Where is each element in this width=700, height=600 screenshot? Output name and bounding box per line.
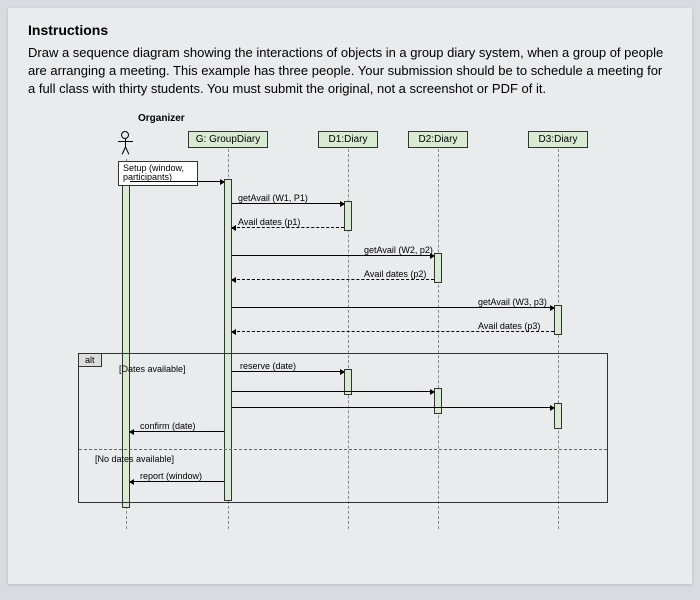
- setup-note: Setup (window, participants): [118, 161, 198, 187]
- participant-d1: D1:Diary: [318, 131, 378, 148]
- participant-groupdiary: G: GroupDiary: [188, 131, 268, 148]
- msg-reserve: reserve (date): [232, 371, 344, 372]
- alt-divider: [79, 449, 607, 450]
- msg-setup: [130, 181, 224, 182]
- alt-guard-available: [Dates available]: [119, 364, 186, 374]
- alt-guard-unavailable: [No dates available]: [95, 454, 174, 464]
- msg-getavail1: getAvail (W1, P1): [232, 203, 344, 204]
- activation-d2-1: [434, 253, 442, 283]
- activation-d3-1: [554, 305, 562, 335]
- actor-icon: [118, 131, 134, 157]
- msg-avail3: Avail dates (p3): [232, 331, 554, 332]
- msg-getavail2: getAvail (W2, p2): [232, 255, 434, 256]
- activation-d1-1: [344, 201, 352, 231]
- msg-avail1: Avail dates (p1): [232, 227, 344, 228]
- participant-d2: D2:Diary: [408, 131, 468, 148]
- msg-reserve2: [232, 391, 434, 392]
- sequence-diagram: Organizer G: GroupDiary D1:Diary D2:Diar…: [88, 113, 648, 543]
- msg-reserve3: [232, 407, 554, 408]
- actor-label: Organizer: [138, 113, 185, 124]
- instructions-text: Draw a sequence diagram showing the inte…: [28, 44, 672, 99]
- participant-d3: D3:Diary: [528, 131, 588, 148]
- msg-getavail3: getAvail (W3, p3): [232, 307, 554, 308]
- msg-confirm: confirm (date): [130, 431, 224, 432]
- msg-avail2: Avail dates (p2): [232, 279, 434, 280]
- msg-report: report (window): [130, 481, 224, 482]
- heading: Instructions: [28, 22, 672, 38]
- alt-tag: alt: [78, 353, 102, 367]
